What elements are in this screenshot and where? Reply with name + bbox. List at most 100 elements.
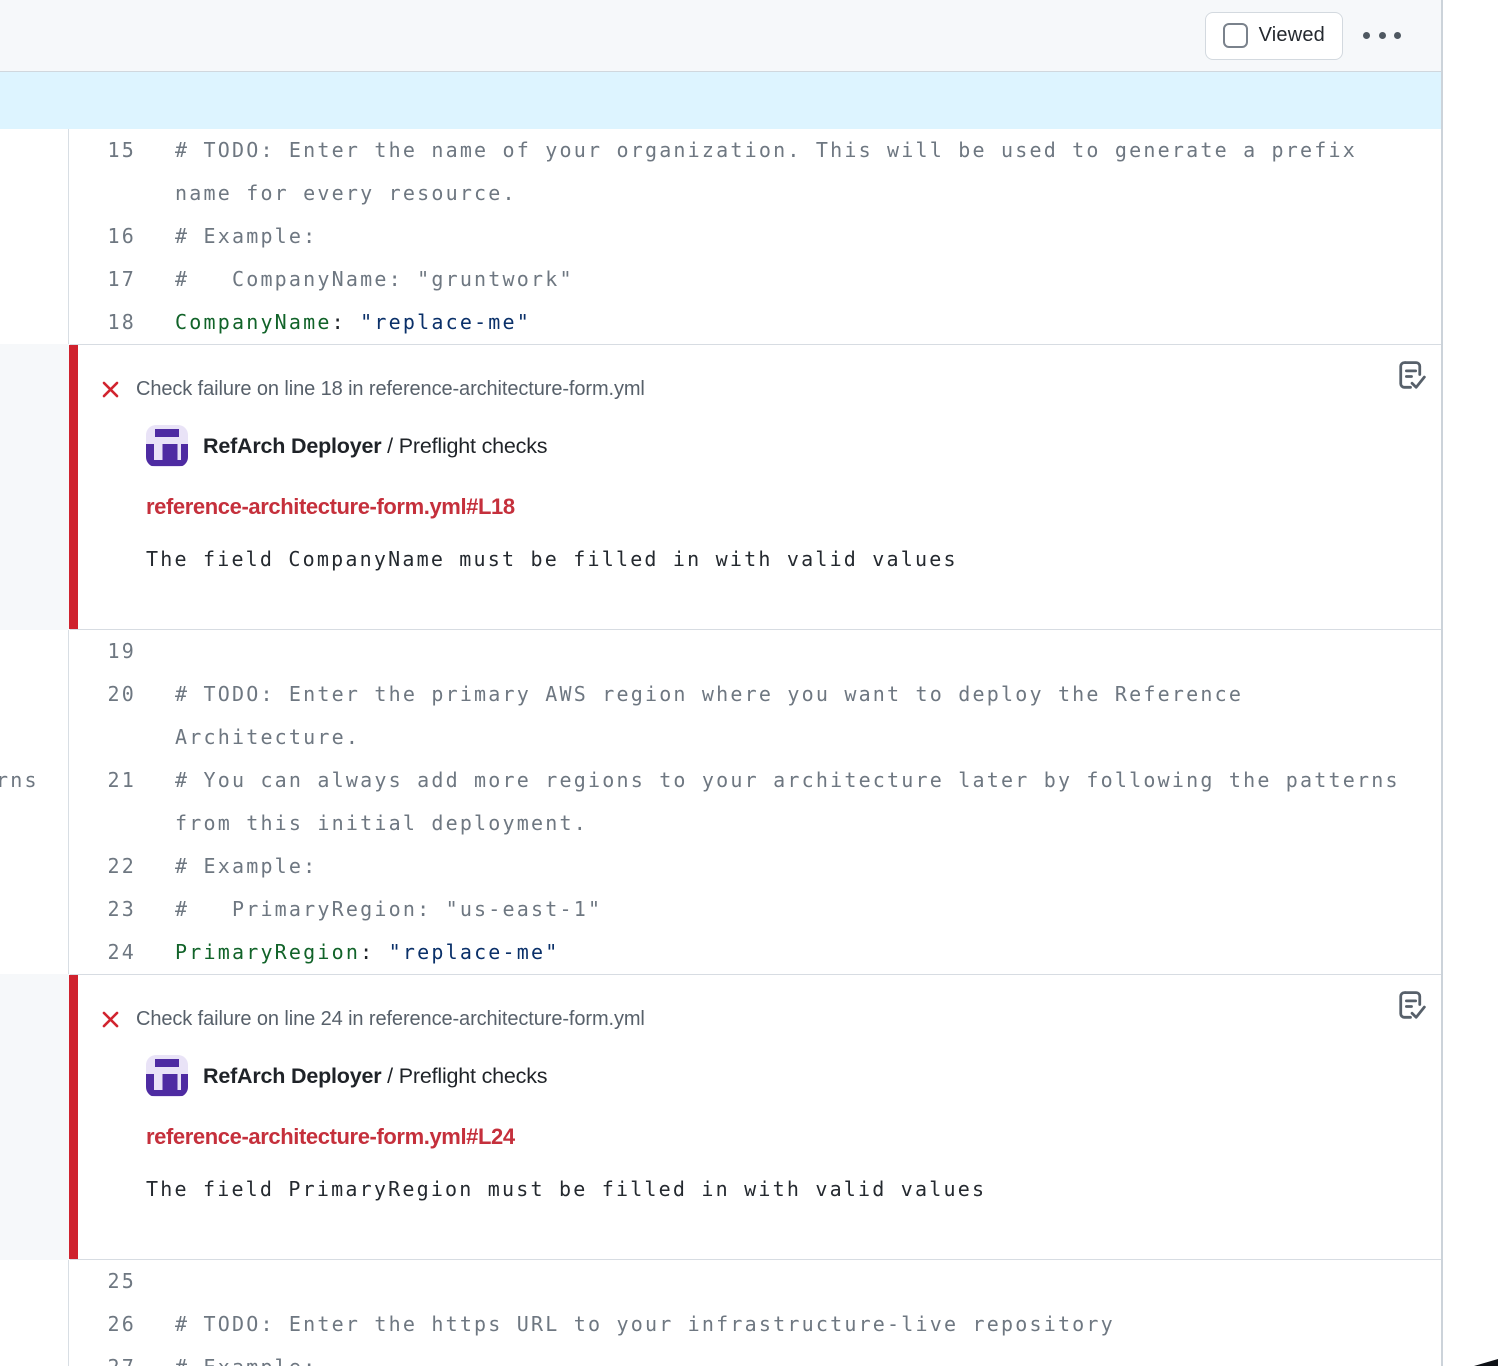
code-row: 16# Example: <box>0 215 1441 258</box>
code-row: 23# PrimaryRegion: "us-east-1" <box>0 888 1441 931</box>
left-pane-cell <box>0 931 69 974</box>
code-row: name for every resource. <box>0 172 1441 215</box>
code-line: CompanyName: "replace-me" <box>136 301 1441 344</box>
annotation-title-separator: / <box>381 1064 398 1088</box>
code-segment: # TODO: Enter the name of your organizat… <box>175 138 1357 162</box>
annotation-action-button[interactable] <box>1390 987 1430 1027</box>
app-avatar-icon <box>146 1055 188 1097</box>
code-segment: from this initial deployment. <box>175 811 588 835</box>
line-number[interactable]: 18 <box>69 301 136 344</box>
check-annotation-row: Check failure on line 18 in reference-ar… <box>0 344 1441 630</box>
line-number[interactable]: 23 <box>69 888 136 931</box>
code-line: # Example: <box>136 1346 1441 1366</box>
check-annotation-card: Check failure on line 24 in reference-ar… <box>70 974 1441 1260</box>
line-number[interactable]: 19 <box>69 630 136 673</box>
code-segment: # CompanyName: "gruntwork" <box>175 267 574 291</box>
left-pane-cell <box>0 1346 69 1366</box>
line-number[interactable] <box>69 172 136 215</box>
tasklist-check-icon <box>1392 357 1429 397</box>
diff-file-container: Viewed 15 # TODO: Enter the name of your … <box>0 0 1443 1366</box>
line-number[interactable]: 21 <box>69 759 136 802</box>
left-pane-cell <box>0 1260 69 1303</box>
annotation-header-text: Check failure on line 18 in reference-ar… <box>136 378 645 401</box>
left-pane-code-fragment: rns <box>0 759 39 802</box>
page: Viewed 15 # TODO: Enter the name of your … <box>0 0 1498 1366</box>
annotation-check-title: RefArch Deployer / Preflight checks <box>146 425 1385 467</box>
code-segment: # TODO: Enter the https URL to your infr… <box>175 1312 1115 1336</box>
code-row: 26 # TODO: Enter the https URL to your in… <box>0 1303 1441 1346</box>
code-line: # TODO: Enter the name of your organizat… <box>136 129 1441 172</box>
viewed-button[interactable]: Viewed <box>1205 12 1343 60</box>
line-number[interactable]: 25 <box>69 1260 136 1303</box>
x-icon <box>100 1009 121 1030</box>
code-segment: CompanyName <box>175 310 332 334</box>
kebab-horizontal-icon <box>1363 32 1370 39</box>
left-pane-cell: rns <box>0 759 69 802</box>
line-number[interactable]: 17 <box>69 258 136 301</box>
code-row: 24PrimaryRegion: "replace-me" <box>0 931 1441 974</box>
code-segment: : <box>332 310 360 334</box>
annotation-header: Check failure on line 18 in reference-ar… <box>100 378 1385 400</box>
code-section: 2526 # TODO: Enter the https URL to your … <box>0 1260 1441 1366</box>
annotation-check-name[interactable]: Preflight checks <box>399 1064 548 1088</box>
code-line: # Example: <box>136 845 1441 888</box>
code-segment: # Example: <box>175 854 317 878</box>
code-segment: # TODO: Enter the primary AWS region whe… <box>175 682 1243 706</box>
code-section: 15 # TODO: Enter the name of your organiz… <box>0 129 1441 344</box>
check-annotation-card: Check failure on line 18 in reference-ar… <box>70 344 1441 630</box>
left-pane-cell <box>0 301 69 344</box>
annotation-app-name[interactable]: RefArch Deployer <box>203 1064 381 1088</box>
code-line <box>136 630 1441 673</box>
code-row: 25 <box>0 1260 1441 1303</box>
code-segment: # You can always add more regions to you… <box>175 768 1400 792</box>
annotation-left-gutter <box>0 974 70 1260</box>
annotation-severity-bar <box>69 345 78 629</box>
line-number[interactable] <box>69 716 136 759</box>
code-line: # You can always add more regions to you… <box>136 759 1441 802</box>
line-number[interactable]: 20 <box>69 673 136 716</box>
line-number[interactable]: 15 <box>69 129 136 172</box>
line-number[interactable]: 16 <box>69 215 136 258</box>
annotation-title-text: RefArch Deployer / Preflight checks <box>203 434 547 459</box>
annotation-title-separator: / <box>381 434 398 458</box>
left-pane-cell <box>0 1303 69 1346</box>
x-icon <box>100 379 121 400</box>
code-segment: # Example: <box>175 1355 317 1366</box>
left-pane-cell <box>0 630 69 673</box>
annotation-action-button[interactable] <box>1390 357 1430 397</box>
code-line: from this initial deployment. <box>136 802 1441 845</box>
line-number[interactable]: 27 <box>69 1346 136 1366</box>
code-row: 27 # Example: <box>0 1346 1441 1366</box>
annotation-message: The field PrimaryRegion must be filled i… <box>146 1176 1385 1202</box>
code-line: # TODO: Enter the https URL to your infr… <box>136 1303 1441 1346</box>
code-line <box>136 1260 1441 1303</box>
viewed-checkbox-icon[interactable] <box>1223 23 1248 48</box>
annotation-app-name[interactable]: RefArch Deployer <box>203 434 381 458</box>
code-row: Architecture. <box>0 716 1441 759</box>
left-pane-cell <box>0 716 69 759</box>
code-row: from this initial deployment. <box>0 802 1441 845</box>
annotation-check-name[interactable]: Preflight checks <box>399 434 548 458</box>
code-line: PrimaryRegion: "replace-me" <box>136 931 1441 974</box>
code-row: 17 # CompanyName: "gruntwork" <box>0 258 1441 301</box>
line-number[interactable] <box>69 802 136 845</box>
annotation-file-link[interactable]: reference-architecture-form.yml#L18 <box>146 494 1385 520</box>
file-menu-button[interactable] <box>1355 22 1409 49</box>
code-row: 20 # TODO: Enter the primary AWS region w… <box>0 673 1441 716</box>
line-number[interactable]: 22 <box>69 845 136 888</box>
left-pane-cell <box>0 802 69 845</box>
code-row: 19 <box>0 630 1441 673</box>
code-line: # Example: <box>136 215 1441 258</box>
code-line: Architecture. <box>136 716 1441 759</box>
annotation-check-title: RefArch Deployer / Preflight checks <box>146 1055 1385 1097</box>
viewed-label: Viewed <box>1259 24 1325 47</box>
file-header-bar: Viewed <box>0 0 1441 72</box>
code-section: 1920 # TODO: Enter the primary AWS region… <box>0 630 1441 974</box>
line-number[interactable]: 24 <box>69 931 136 974</box>
hunk-expander-row <box>0 72 1441 129</box>
line-number[interactable]: 26 <box>69 1303 136 1346</box>
annotation-file-link[interactable]: reference-architecture-form.yml#L24 <box>146 1124 1385 1150</box>
tasklist-check-icon <box>1392 987 1429 1027</box>
code-segment: Architecture. <box>175 725 360 749</box>
annotation-header: Check failure on line 24 in reference-ar… <box>100 1008 1385 1030</box>
